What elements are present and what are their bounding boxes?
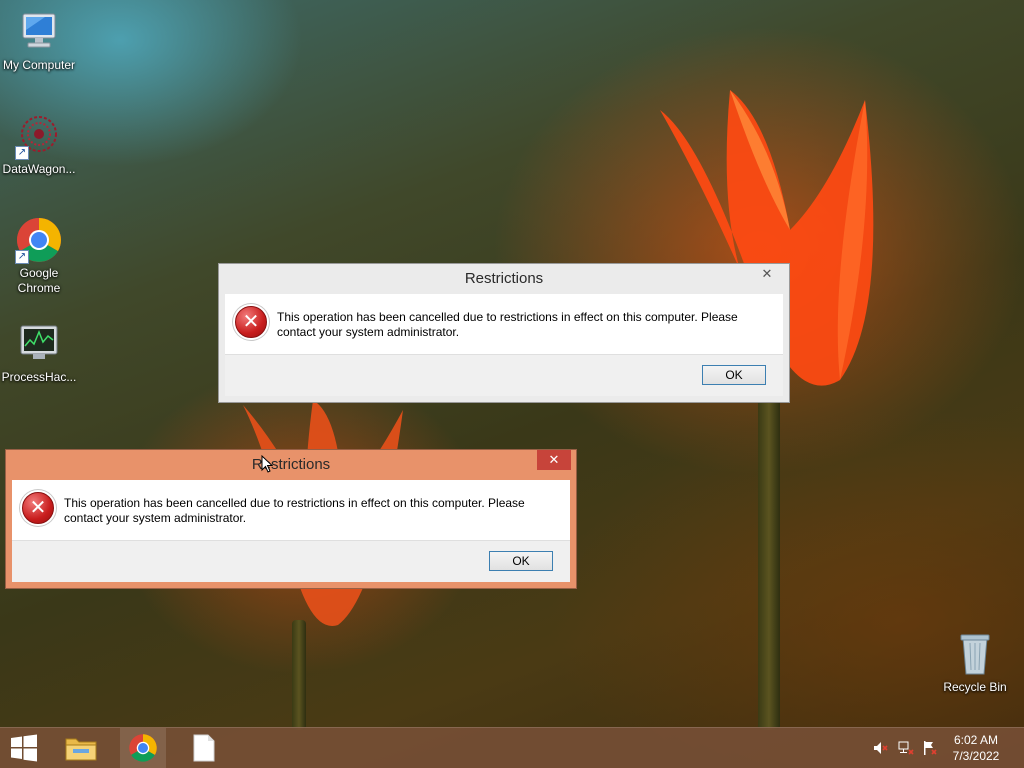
desktop-icon-processhacker[interactable]: ProcessHac...	[0, 320, 78, 385]
taskbar-file-explorer[interactable]	[58, 728, 104, 768]
error-icon: ✕	[22, 492, 54, 524]
windows-start-icon	[11, 734, 37, 762]
shortcut-arrow-icon: ↗	[15, 250, 29, 264]
ok-button[interactable]: OK	[489, 551, 553, 571]
process-hacker-icon	[20, 325, 58, 359]
recycle-bin-icon	[960, 634, 990, 675]
desktop-icon-label: Google Chrome	[17, 266, 61, 295]
desktop-icon-label: Recycle Bin	[943, 680, 1007, 694]
dialog-message-area: ✕ This operation has been cancelled due …	[12, 480, 570, 540]
action-center-flag-icon[interactable]	[922, 740, 938, 756]
close-button[interactable]: ✕	[537, 450, 571, 470]
desktop-icon-datawagon[interactable]: ↗ DataWagon...	[0, 112, 78, 177]
close-button[interactable]: ✕	[750, 264, 784, 284]
network-icon[interactable]	[898, 740, 914, 756]
ok-button[interactable]: OK	[702, 365, 766, 385]
dialog-footer: OK	[12, 540, 570, 582]
desktop-icon-my-computer[interactable]: My Computer	[0, 8, 78, 73]
shortcut-arrow-icon: ↗	[15, 146, 29, 160]
taskbar: 6:02 AM 7/3/2022	[0, 727, 1024, 768]
taskbar-document[interactable]	[182, 728, 228, 768]
desktop-icon-label: ProcessHac...	[1, 370, 77, 384]
start-button[interactable]	[0, 728, 48, 768]
computer-icon	[22, 13, 56, 48]
desktop-icon-label: My Computer	[2, 58, 76, 72]
desktop-icon-recycle-bin[interactable]: Recycle Bin	[936, 630, 1014, 695]
blank-document-icon	[193, 734, 215, 762]
wallpaper-stem-left	[292, 620, 306, 730]
dialog-client-area: ✕ This operation has been cancelled due …	[225, 294, 783, 396]
file-explorer-icon	[65, 738, 97, 761]
restrictions-dialog-back[interactable]: Restrictions ✕ ✕ This operation has been…	[218, 263, 790, 403]
clock-date: 7/3/2022	[952, 749, 1000, 763]
clock-time: 6:02 AM	[953, 733, 999, 747]
desktop-icon-label: DataWagon...	[2, 162, 76, 176]
error-icon: ✕	[235, 306, 267, 338]
dialog-titlebar[interactable]: Restrictions ✕	[219, 264, 789, 294]
dialog-client-area: ✕ This operation has been cancelled due …	[12, 480, 570, 582]
restrictions-dialog-front[interactable]: Restrictions ✕ ✕ This operation has been…	[5, 449, 577, 589]
mouse-cursor-icon	[261, 455, 273, 473]
wallpaper-stem-right	[758, 390, 780, 730]
desktop: My Computer ↗ DataWagon... ↗ Google Chro…	[0, 0, 1024, 768]
dialog-titlebar[interactable]: Restrictions ✕	[6, 450, 576, 480]
taskbar-chrome[interactable]	[120, 728, 166, 768]
taskbar-clock[interactable]: 6:02 AM 7/3/2022	[946, 732, 1006, 764]
dialog-message: This operation has been cancelled due to…	[64, 496, 525, 525]
dialog-message-area: ✕ This operation has been cancelled due …	[225, 294, 783, 354]
dialog-message: This operation has been cancelled due to…	[277, 310, 738, 339]
dialog-footer: OK	[225, 354, 783, 396]
volume-muted-icon[interactable]	[873, 740, 889, 756]
dialog-title: Restrictions	[464, 270, 544, 287]
desktop-icon-google-chrome[interactable]: ↗ Google Chrome	[0, 216, 78, 296]
chrome-icon	[129, 734, 157, 762]
